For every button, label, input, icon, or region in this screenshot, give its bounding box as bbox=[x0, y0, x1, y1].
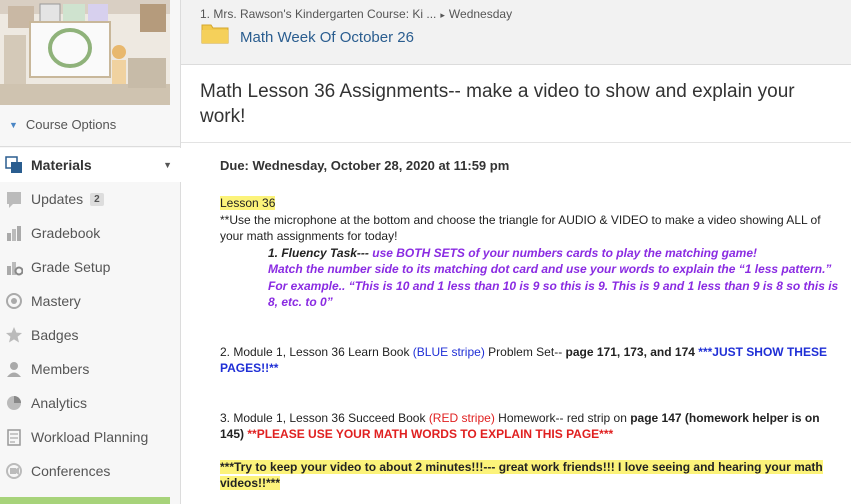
breadcrumb-arrow-icon: ▸ bbox=[440, 10, 445, 20]
item2-pages: page 171, 173, and 174 bbox=[565, 344, 695, 359]
sidebar-nav: Materials ▼ Updates 2 Gradebook Grade Se… bbox=[0, 148, 182, 488]
item3-text-b: Homework-- red strip on bbox=[494, 410, 631, 425]
updates-icon bbox=[4, 189, 24, 209]
grade-setup-icon bbox=[4, 257, 24, 277]
materials-icon bbox=[4, 155, 24, 175]
sidebar-item-label: Conferences bbox=[31, 463, 111, 479]
sidebar-item-label: Analytics bbox=[31, 395, 88, 411]
sidebar-footer-bar bbox=[0, 497, 170, 504]
task1-label: 1. Fluency Task--- bbox=[268, 245, 369, 260]
members-icon bbox=[4, 359, 24, 379]
item3-text: 3. Module 1, Lesson 36 Succeed Book bbox=[220, 410, 429, 425]
course-options-label: Course Options bbox=[25, 117, 117, 132]
sidebar-item-members[interactable]: Members bbox=[0, 352, 181, 386]
sidebar-item-updates[interactable]: Updates 2 bbox=[0, 182, 181, 216]
sidebar-item-materials[interactable]: Materials ▼ bbox=[0, 148, 182, 182]
sidebar-item-label: Gradebook bbox=[31, 225, 101, 241]
lesson-heading: Lesson 36 bbox=[220, 196, 276, 210]
item-2: 2. Module 1, Lesson 36 Learn Book (BLUE … bbox=[220, 344, 840, 377]
sidebar-item-grade-setup[interactable]: Grade Setup bbox=[0, 250, 181, 284]
due-value: Wednesday, October 28, 2020 at 11:59 pm bbox=[252, 158, 510, 173]
due-date: Due: Wednesday, October 28, 2020 at 11:5… bbox=[220, 158, 509, 173]
sidebar-item-mastery[interactable]: Mastery bbox=[0, 284, 181, 318]
intro-text: **Use the microphone at the bottom and c… bbox=[220, 212, 821, 244]
task1-text: use BOTH SETS of your numbers cards to p… bbox=[368, 245, 757, 260]
due-label: Due: bbox=[220, 158, 249, 173]
conferences-icon bbox=[4, 461, 24, 481]
chevron-down-icon[interactable]: ▼ bbox=[163, 160, 172, 170]
course-image[interactable] bbox=[0, 0, 170, 105]
sidebar-item-label: Badges bbox=[31, 327, 79, 343]
sidebar-item-label: Workload Planning bbox=[31, 429, 149, 445]
assignment-description: Lesson 36 **Use the microphone at the bo… bbox=[220, 195, 840, 492]
item3-note: **PLEASE USE YOUR MATH WORDS TO EXPLAIN … bbox=[244, 427, 614, 441]
sidebar-item-gradebook[interactable]: Gradebook bbox=[0, 216, 181, 250]
sidebar-item-label: Updates bbox=[31, 191, 84, 207]
item3-red-stripe: (RED stripe) bbox=[428, 410, 495, 425]
task1-line2: Match the number side to its matching do… bbox=[268, 262, 832, 276]
item2-text-b: Problem Set-- bbox=[484, 344, 566, 359]
mastery-icon bbox=[4, 291, 24, 311]
sidebar-item-label: Grade Setup bbox=[31, 259, 111, 275]
workload-icon bbox=[4, 427, 24, 447]
sidebar-item-conferences[interactable]: Conferences bbox=[0, 454, 181, 488]
course-banner-illustration bbox=[0, 0, 170, 105]
item2-text: 2. Module 1, Lesson 36 Learn Book bbox=[220, 344, 413, 359]
closing-note: ***Try to keep your video to about 2 min… bbox=[220, 459, 823, 490]
updates-count-badge: 2 bbox=[90, 192, 104, 206]
breadcrumb-folder-link[interactable]: Wednesday bbox=[449, 7, 512, 21]
folder-icon bbox=[201, 22, 229, 44]
task1-line3: For example.. “This is 10 and 1 less tha… bbox=[268, 278, 839, 310]
item2-blue-stripe: (BLUE stripe) bbox=[412, 344, 485, 359]
sidebar-item-label: Materials bbox=[31, 157, 92, 173]
fluency-task: 1. Fluency Task--- use BOTH SETS of your… bbox=[220, 245, 840, 311]
sidebar-item-analytics[interactable]: Analytics bbox=[0, 386, 181, 420]
analytics-icon bbox=[4, 393, 24, 413]
divider bbox=[0, 146, 181, 147]
page-title: Math Lesson 36 Assignments-- make a vide… bbox=[200, 81, 795, 127]
folder-title-link[interactable]: Math Week Of October 26 bbox=[240, 29, 414, 46]
page-header: 1. Mrs. Rawson's Kindergarten Course: Ki… bbox=[181, 0, 851, 65]
main-content: Math Lesson 36 Assignments-- make a vide… bbox=[181, 65, 851, 504]
course-options[interactable]: ▼ Course Options bbox=[9, 117, 116, 132]
item-3: 3. Module 1, Lesson 36 Succeed Book (RED… bbox=[220, 410, 840, 443]
star-icon bbox=[4, 325, 24, 345]
breadcrumb: 1. Mrs. Rawson's Kindergarten Course: Ki… bbox=[200, 7, 512, 21]
gradebook-icon bbox=[4, 223, 24, 243]
sidebar: ▼ Course Options Materials ▼ Updates 2 G… bbox=[0, 0, 182, 504]
sidebar-item-label: Mastery bbox=[31, 293, 81, 309]
sidebar-item-badges[interactable]: Badges bbox=[0, 318, 181, 352]
caret-down-icon: ▼ bbox=[9, 119, 18, 130]
breadcrumb-course-link[interactable]: 1. Mrs. Rawson's Kindergarten Course: Ki… bbox=[200, 7, 436, 21]
sidebar-item-label: Members bbox=[31, 361, 90, 377]
sidebar-item-workload-planning[interactable]: Workload Planning bbox=[0, 420, 181, 454]
divider bbox=[181, 142, 851, 143]
